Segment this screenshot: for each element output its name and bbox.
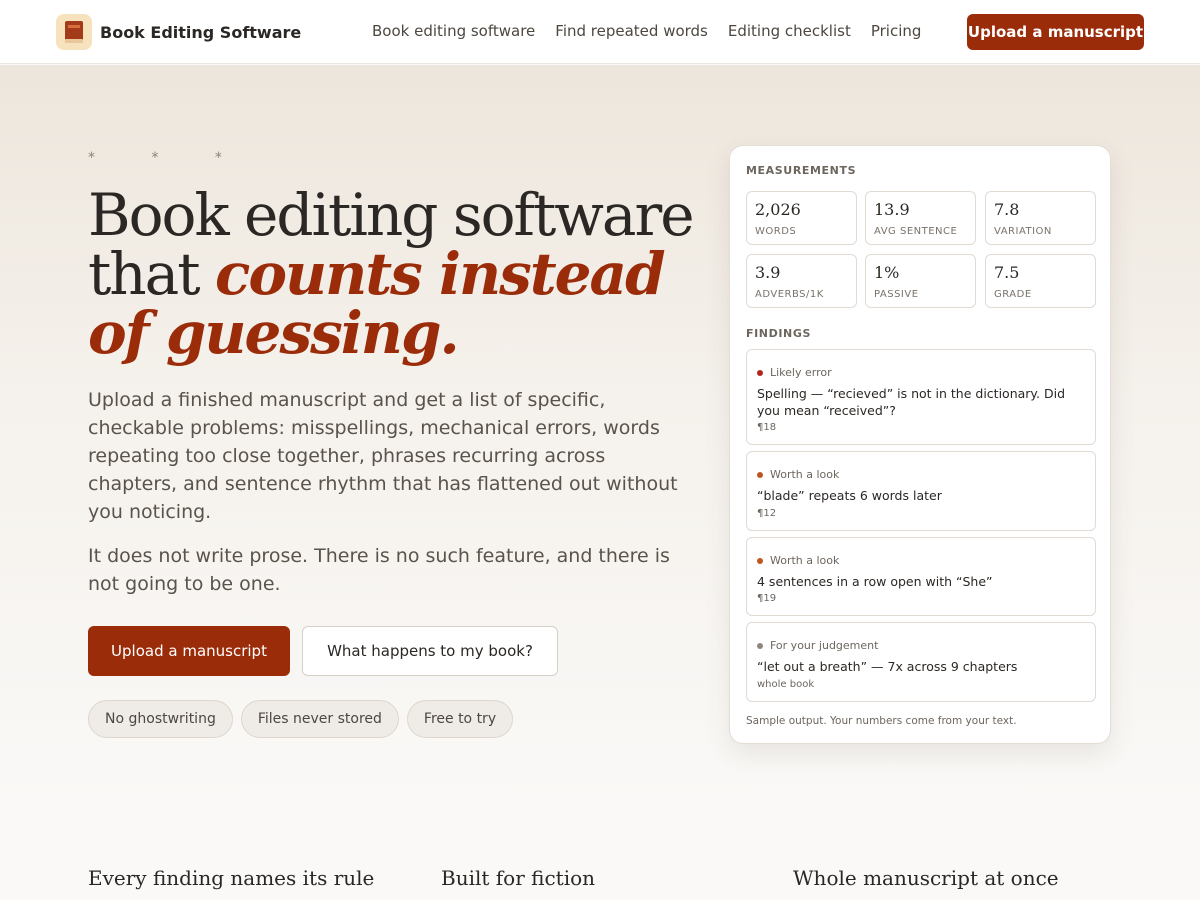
severity-dot-icon	[757, 369, 763, 376]
feature-heading-rules: Every finding names its rule	[88, 866, 375, 890]
feature-heading-whole-manuscript: Whole manuscript at once	[793, 866, 1059, 890]
severity-label: For your judgement	[770, 639, 879, 652]
nav-editing-checklist[interactable]: Editing checklist	[728, 22, 851, 40]
metric-value: 7.8	[994, 200, 1020, 219]
metric-label: VARIATION	[994, 226, 1052, 237]
metric-passive: 1% PASSIVE	[865, 254, 976, 308]
hero-disclaimer: It does not write prose. There is no suc…	[88, 545, 670, 595]
metric-label: AVG SENTENCE	[874, 226, 958, 237]
finding-location: ¶18	[757, 422, 777, 433]
metric-adverbs: 3.9 ADVERBS/1K	[746, 254, 857, 308]
sample-output-card: MEASUREMENTS 2,026 WORDS 13.9 AVG SENTEN…	[729, 145, 1111, 744]
metric-words: 2,026 WORDS	[746, 191, 857, 245]
finding-severity: For your judgement	[757, 639, 878, 652]
finding-text: “blade” repeats 6 words later	[757, 488, 942, 503]
site-header: Book Editing Software Book editing softw…	[0, 0, 1200, 64]
ornament: * * *	[88, 150, 248, 166]
metric-value: 7.5	[994, 263, 1020, 282]
metric-label: WORDS	[755, 226, 797, 237]
metric-variation: 7.8 VARIATION	[985, 191, 1096, 245]
metric-value: 1%	[874, 263, 900, 282]
metric-label: ADVERBS/1K	[755, 289, 824, 300]
metric-value: 2,026	[755, 200, 801, 219]
finding-item: For your judgement “let out a breath” — …	[746, 622, 1096, 702]
metric-grade: 7.5 GRADE	[985, 254, 1096, 308]
main-nav: Book editing software Find repeated word…	[372, 22, 921, 40]
sample-footnote: Sample output. Your numbers come from yo…	[746, 715, 1017, 727]
nav-find-repeated-words[interactable]: Find repeated words	[555, 22, 708, 40]
badge-files-never-stored: Files never stored	[240, 700, 399, 738]
metric-avg-sentence: 13.9 AVG SENTENCE	[865, 191, 976, 245]
finding-item: Worth a look “blade” repeats 6 words lat…	[746, 451, 1096, 531]
severity-label: Likely error	[770, 366, 832, 379]
finding-location: ¶19	[757, 593, 777, 604]
finding-severity: Worth a look	[757, 468, 839, 481]
metric-value: 13.9	[874, 200, 910, 219]
hero-description: Upload a finished manuscript and get a l…	[88, 389, 678, 523]
badge-free-to-try: Free to try	[406, 700, 514, 738]
finding-severity: Worth a look	[757, 554, 839, 567]
brand[interactable]: Book Editing Software	[56, 14, 301, 50]
nav-pricing[interactable]: Pricing	[871, 22, 922, 40]
upload-manuscript-button[interactable]: Upload a manuscript	[88, 626, 290, 676]
finding-item: Worth a look 4 sentences in a row open w…	[746, 537, 1096, 616]
metric-label: PASSIVE	[874, 289, 919, 300]
severity-label: Worth a look	[770, 554, 840, 567]
finding-item: Likely error Spelling — “recieved” is no…	[746, 349, 1096, 445]
metric-value: 3.9	[755, 263, 781, 282]
severity-dot-icon	[757, 557, 763, 564]
feature-heading-fiction: Built for fiction	[441, 866, 596, 890]
finding-location: ¶12	[757, 508, 777, 519]
severity-label: Worth a look	[770, 468, 840, 481]
hero-title: Book editing software that counts instea…	[88, 186, 708, 363]
measurements-label: MEASUREMENTS	[746, 164, 857, 177]
nav-book-editing-software[interactable]: Book editing software	[372, 22, 535, 40]
severity-dot-icon	[757, 642, 763, 649]
severity-dot-icon	[757, 471, 763, 478]
finding-text: 4 sentences in a row open with “She”	[757, 574, 993, 589]
book-icon	[56, 14, 92, 50]
finding-text: Spelling — “recieved” is not in the dict…	[757, 386, 1066, 418]
brand-name: Book Editing Software	[100, 22, 302, 42]
finding-text: “let out a breath” — 7x across 9 chapter…	[757, 659, 1018, 674]
finding-location: whole book	[757, 679, 815, 690]
finding-severity: Likely error	[757, 366, 832, 379]
findings-label: FINDINGS	[746, 327, 811, 340]
header-upload-button[interactable]: Upload a manuscript	[967, 14, 1144, 50]
what-happens-button[interactable]: What happens to my book?	[302, 626, 558, 676]
badge-list: No ghostwriting Files never stored Free …	[88, 700, 514, 738]
badge-no-ghostwriting: No ghostwriting	[88, 700, 233, 738]
metric-label: GRADE	[994, 289, 1032, 300]
